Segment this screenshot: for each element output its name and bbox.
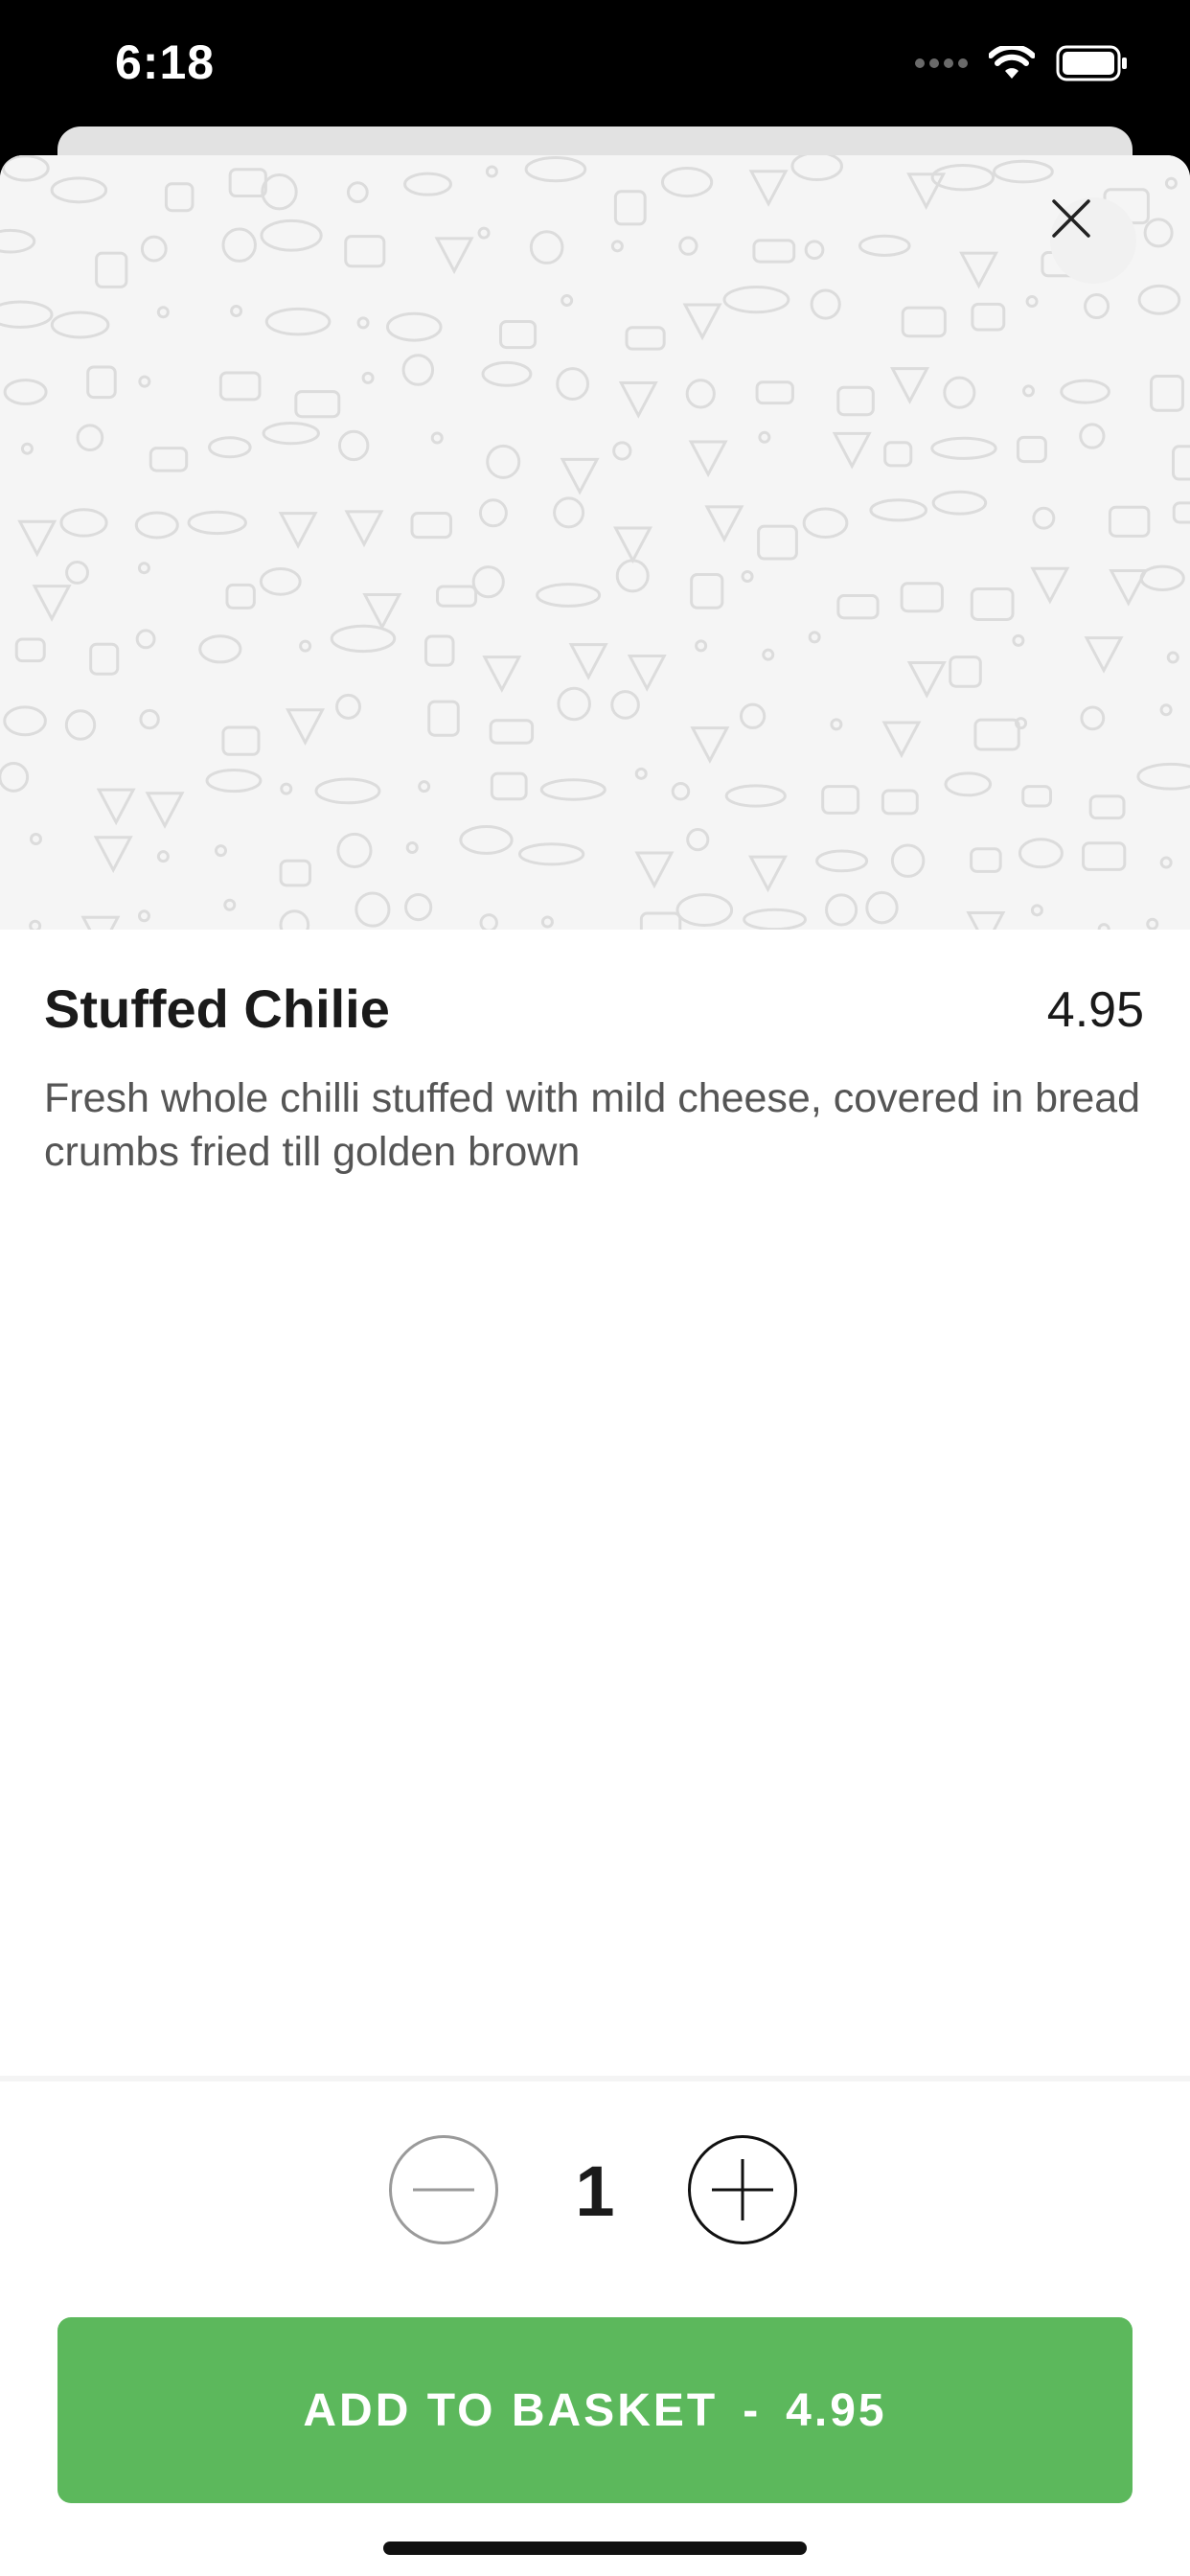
footer-divider	[0, 2076, 1190, 2082]
status-time: 6:18	[115, 35, 216, 89]
item-description: Fresh whole chilli stuffed with mild che…	[44, 1075, 1141, 1175]
status-icons	[915, 44, 1129, 82]
add-button-separator: -	[743, 2384, 762, 2436]
food-doodle-pattern	[0, 155, 1190, 930]
quantity-stepper: 1	[0, 2129, 1190, 2254]
add-button-label: ADD TO BASKET	[303, 2384, 719, 2436]
quantity-value: 1	[575, 2151, 615, 2231]
item-title: Stuffed Chilie	[44, 978, 390, 1039]
status-bar: 6:18	[0, 0, 1190, 126]
item-detail-sheet: Stuffed Chilie 4.95 Fresh whole chilli s…	[0, 155, 1190, 2576]
decrease-quantity-button[interactable]	[389, 2135, 498, 2244]
close-icon	[1052, 199, 1090, 238]
increase-quantity-button[interactable]	[688, 2135, 797, 2244]
item-price: 4.95	[1046, 982, 1144, 1038]
plus-icon	[712, 2159, 773, 2220]
hero-image	[0, 155, 1190, 930]
cellular-signal-icon	[915, 58, 968, 68]
close-button[interactable]	[1050, 197, 1136, 284]
add-to-basket-button[interactable]: ADD TO BASKET - 4.95	[57, 2317, 1133, 2503]
minus-icon	[413, 2188, 474, 2192]
add-button-total: 4.95	[786, 2384, 887, 2436]
battery-icon	[1056, 45, 1127, 81]
home-indicator	[383, 2542, 807, 2555]
wifi-icon	[989, 46, 1035, 79]
screen: 6:18 Stuffed Chilie 4.95 Fresh whole chi…	[0, 0, 1190, 2576]
